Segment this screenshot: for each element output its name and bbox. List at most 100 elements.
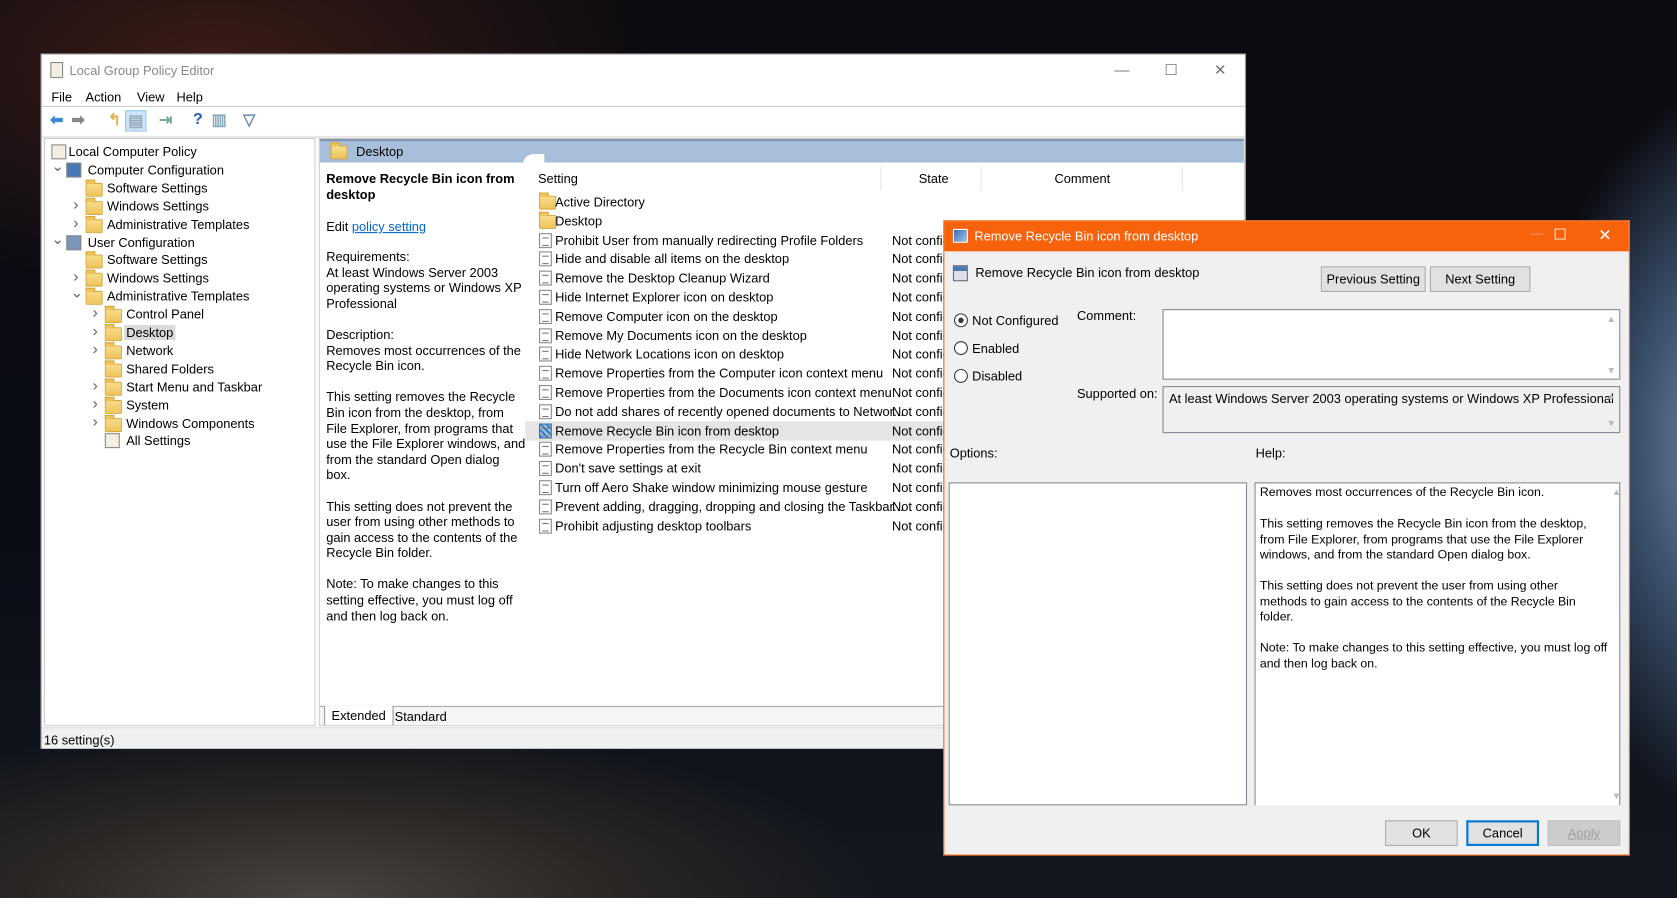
column-header-state[interactable]: State bbox=[919, 171, 949, 186]
computer-icon bbox=[66, 162, 82, 178]
chevron-right-icon[interactable]: › bbox=[71, 213, 82, 231]
previous-setting-label: Previous Setting bbox=[1326, 271, 1420, 287]
help-scroll-down-icon[interactable]: ▼ bbox=[1612, 790, 1622, 801]
radio-button[interactable] bbox=[953, 341, 968, 356]
chevron-right-icon[interactable]: › bbox=[71, 195, 82, 213]
tree-item[interactable]: › System bbox=[45, 394, 312, 414]
folder-icon bbox=[539, 192, 557, 210]
chevron-right-icon[interactable]: › bbox=[90, 340, 101, 358]
folder-icon bbox=[104, 324, 122, 342]
export-list-icon[interactable]: ⇥ bbox=[155, 110, 176, 131]
scroll-up-icon[interactable]: ▲ bbox=[1606, 390, 1616, 401]
setting-state: Not config bbox=[891, 480, 950, 496]
column-headers: Setting State Comment bbox=[525, 166, 1244, 191]
edit-policy-line: Edit policy setting bbox=[326, 219, 426, 234]
tree-item[interactable]: ⌄ Administrative Templates bbox=[45, 284, 312, 306]
tab-standard[interactable]: Standard bbox=[390, 708, 451, 725]
radio-label: Not Configured bbox=[972, 313, 1059, 329]
edit-policy-link[interactable]: policy setting bbox=[352, 219, 426, 234]
help-icon[interactable]: ? bbox=[187, 110, 208, 131]
properties-pane-icon[interactable]: ▥ bbox=[209, 110, 230, 131]
table-row[interactable]: Active Directory bbox=[525, 192, 1244, 212]
radio-enabled[interactable]: Enabled bbox=[953, 340, 1061, 357]
scroll-down-icon[interactable]: ▼ bbox=[1606, 418, 1616, 429]
tree-item[interactable]: › Windows Settings bbox=[45, 268, 312, 288]
ok-button[interactable]: OK bbox=[1385, 820, 1458, 846]
column-divider[interactable] bbox=[980, 166, 982, 191]
column-divider[interactable] bbox=[1181, 166, 1183, 191]
column-header-setting[interactable]: Setting bbox=[538, 171, 578, 186]
radio-button[interactable] bbox=[953, 313, 968, 328]
menu-view[interactable]: View bbox=[137, 90, 165, 105]
dialog-title: Remove Recycle Bin icon from desktop bbox=[974, 228, 1199, 244]
tree-pane: Local Computer Policy ⌄ Computer Configura… bbox=[43, 137, 316, 727]
menu-help[interactable]: Help bbox=[176, 90, 202, 105]
tree-item[interactable]: ⌄ Computer Configuration bbox=[45, 157, 312, 179]
tab-extended[interactable]: Extended bbox=[324, 705, 394, 726]
title-bar: Local Group Policy Editor — ☐ ✕ bbox=[42, 55, 1245, 87]
setting-name: Turn off Aero Shake window minimizing mo… bbox=[555, 480, 868, 496]
help-panel: Removes most occurrences of the Recycle … bbox=[1254, 482, 1621, 806]
chevron-down-icon[interactable]: ⌄ bbox=[51, 229, 64, 247]
tree-item-label: Control Panel bbox=[126, 307, 204, 323]
tree-item[interactable]: Software Settings bbox=[45, 251, 312, 270]
setting-name: Remove the Desktop Cleanup Wizard bbox=[555, 270, 770, 286]
radio-disabled[interactable]: Disabled bbox=[953, 368, 1061, 385]
chevron-right-icon[interactable]: › bbox=[90, 304, 101, 322]
tree-item-label: Software Settings bbox=[106, 180, 208, 196]
folder-icon bbox=[104, 414, 122, 432]
tree-item[interactable]: › Control Panel bbox=[45, 304, 312, 324]
dialog-maximize-button[interactable]: ☐ bbox=[1553, 226, 1566, 244]
help-scroll-up-icon[interactable]: ▲ bbox=[1612, 487, 1622, 498]
cancel-button[interactable]: Cancel bbox=[1466, 820, 1540, 846]
chevron-right-icon[interactable]: › bbox=[90, 412, 101, 430]
minimize-button[interactable]: — bbox=[1097, 55, 1146, 87]
setting-state: Not config bbox=[891, 232, 950, 248]
forward-icon[interactable]: ➡ bbox=[67, 110, 88, 131]
tree-item[interactable]: Local Computer Policy bbox=[45, 143, 312, 161]
tree-item[interactable]: › Windows Settings bbox=[45, 195, 312, 216]
supported-on-value: At least Windows Server 2003 operating s… bbox=[1168, 391, 1614, 407]
tree-item[interactable]: › Network bbox=[45, 340, 312, 360]
tree-item[interactable]: Shared Folders bbox=[45, 360, 312, 378]
radio-not-configured[interactable]: Not Configured bbox=[953, 312, 1061, 329]
column-divider[interactable] bbox=[880, 166, 882, 191]
scroll-down-icon[interactable]: ▼ bbox=[1606, 365, 1616, 376]
apply-button[interactable]: Apply bbox=[1547, 820, 1621, 846]
chevron-right-icon[interactable]: › bbox=[90, 376, 101, 394]
comment-textarea[interactable]: ▲ ▼ bbox=[1162, 309, 1621, 380]
tree-item[interactable]: Software Settings bbox=[45, 179, 312, 197]
dialog-minimize-button[interactable]: — bbox=[1530, 226, 1543, 241]
divider bbox=[41, 105, 1245, 107]
setting-state: Not config bbox=[891, 518, 950, 534]
previous-setting-button[interactable]: Previous Setting bbox=[1320, 266, 1426, 292]
menu-action[interactable]: Action bbox=[86, 90, 122, 105]
tree-item[interactable]: › Desktop bbox=[45, 322, 312, 342]
tree-item[interactable]: ⌄ User Configuration bbox=[45, 229, 312, 252]
menu-file[interactable]: File bbox=[51, 90, 72, 105]
column-header-comment[interactable]: Comment bbox=[1055, 171, 1111, 186]
show-hide-tree-icon[interactable]: ▤ bbox=[125, 110, 147, 132]
tree-item[interactable]: All Settings bbox=[45, 432, 312, 450]
chevron-right-icon[interactable]: › bbox=[90, 322, 101, 340]
next-setting-button[interactable]: Next Setting bbox=[1429, 266, 1531, 292]
maximize-button[interactable]: ☐ bbox=[1147, 55, 1196, 87]
back-icon[interactable]: ⬅ bbox=[46, 110, 67, 131]
dialog-close-button[interactable]: ✕ bbox=[1598, 226, 1611, 245]
scroll-up-icon[interactable]: ▲ bbox=[1606, 313, 1616, 324]
close-button[interactable]: ✕ bbox=[1196, 55, 1245, 87]
tree-item[interactable]: › Windows Components bbox=[45, 412, 312, 432]
tree-item-label: Windows Settings bbox=[106, 270, 209, 286]
policy-setting-icon bbox=[539, 365, 552, 381]
description-title: Remove Recycle Bin icon from desktop bbox=[326, 171, 515, 203]
folder-icon bbox=[104, 342, 122, 360]
radio-button[interactable] bbox=[953, 368, 968, 383]
chevron-down-icon[interactable]: ⌄ bbox=[71, 284, 84, 302]
chevron-right-icon[interactable]: › bbox=[90, 394, 101, 412]
tree-item[interactable]: › Administrative Templates bbox=[45, 213, 312, 234]
chevron-down-icon[interactable]: ⌄ bbox=[51, 157, 64, 175]
tree-item[interactable]: › Start Menu and Taskbar bbox=[45, 376, 312, 396]
setting-state: Not config bbox=[891, 365, 950, 381]
up-folder-icon[interactable]: ↰ bbox=[104, 110, 125, 131]
filter-icon[interactable]: ▽ bbox=[238, 110, 259, 131]
